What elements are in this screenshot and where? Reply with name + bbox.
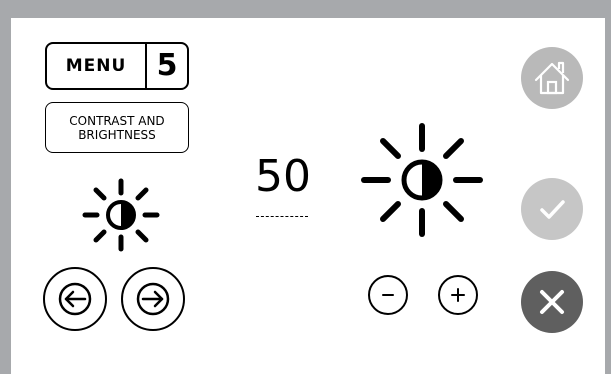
screen-title: CONTRAST AND BRIGHTNESS bbox=[45, 102, 189, 153]
arrow-left-circle-icon bbox=[58, 282, 92, 316]
checkmark-icon bbox=[540, 200, 565, 219]
plus-icon bbox=[451, 288, 465, 302]
cancel-button[interactable] bbox=[521, 271, 583, 333]
home-button[interactable] bbox=[521, 47, 583, 109]
menu-number: 5 bbox=[156, 48, 178, 83]
contrast-brightness-large-icon bbox=[361, 123, 483, 237]
menu-label: MENU bbox=[65, 56, 127, 76]
screen-title-line-1: CONTRAST AND bbox=[69, 113, 165, 128]
screen-title-line-2: BRIGHTNESS bbox=[78, 127, 156, 142]
frame-left-border bbox=[0, 0, 11, 374]
minus-icon bbox=[382, 294, 394, 296]
home-icon bbox=[534, 61, 570, 95]
menu-badge: MENU 5 bbox=[45, 42, 189, 90]
next-button[interactable] bbox=[121, 267, 185, 331]
decrease-button[interactable] bbox=[368, 275, 408, 315]
frame-right-border bbox=[605, 0, 611, 374]
frame-top-border bbox=[0, 0, 611, 18]
arrow-right-circle-icon bbox=[136, 282, 170, 316]
confirm-button[interactable] bbox=[521, 178, 583, 240]
value-underline bbox=[256, 216, 308, 217]
previous-button[interactable] bbox=[43, 267, 107, 331]
setting-value: 50 bbox=[255, 151, 311, 202]
increase-button[interactable] bbox=[438, 275, 478, 315]
contrast-brightness-icon bbox=[82, 178, 160, 252]
close-icon bbox=[540, 290, 564, 314]
